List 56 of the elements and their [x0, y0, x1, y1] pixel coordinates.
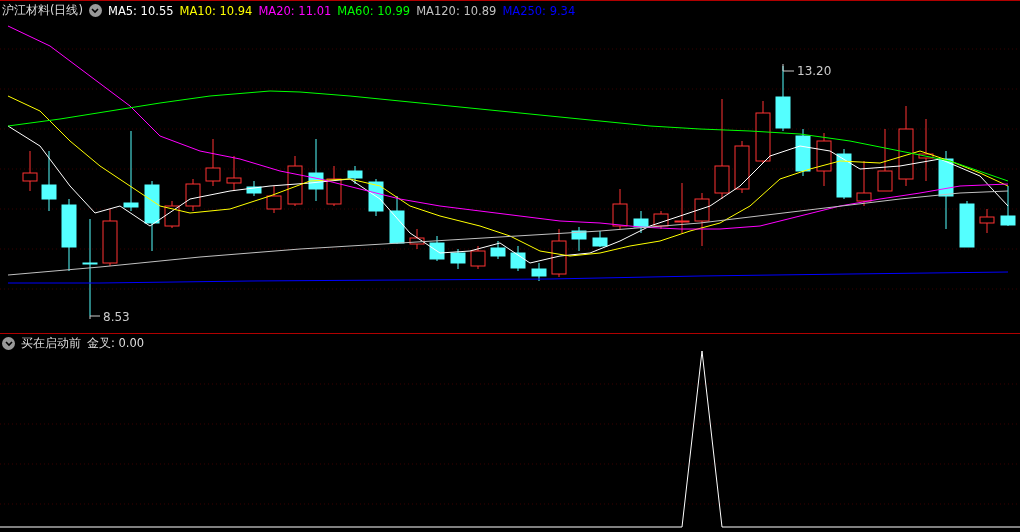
- candlestick: [856, 160, 872, 207]
- candlestick: [836, 148, 852, 200]
- candlestick: [592, 230, 608, 248]
- indicator-title: 买在启动前: [21, 336, 81, 351]
- candlestick: [531, 262, 547, 282]
- moving-average-legend: MA10: 10.94: [179, 3, 253, 18]
- candlestick: [205, 138, 221, 187]
- low-price-label: 8.53: [103, 310, 130, 324]
- candlestick: [246, 180, 262, 197]
- candlestick: [877, 128, 893, 192]
- candlestick: [185, 178, 201, 212]
- candlestick: [734, 140, 750, 194]
- candlestick: [795, 128, 811, 177]
- candlestick: [979, 208, 995, 234]
- candlestick: [551, 228, 567, 278]
- candlestick: [633, 210, 649, 234]
- candlestick: [470, 245, 486, 270]
- candlestick: [653, 210, 669, 230]
- candlestick: [22, 150, 38, 192]
- candlestick: [102, 208, 118, 267]
- candlestick: [266, 185, 282, 214]
- stock-title: 沪江材料(日线): [2, 3, 83, 18]
- candlestick: [1000, 185, 1016, 227]
- candlestick: [450, 248, 466, 270]
- candlestick: [41, 150, 57, 212]
- moving-average-legend: MA250: 9.34: [502, 3, 576, 18]
- candlestick: [326, 165, 342, 207]
- candlestick: [612, 188, 628, 230]
- candlestick: [490, 240, 506, 260]
- candlestick: [674, 182, 690, 234]
- candlestick: [287, 155, 303, 207]
- candlestick: [918, 118, 934, 182]
- candlestick: [226, 155, 242, 192]
- candlestick: [755, 100, 771, 164]
- candlestick: [429, 235, 445, 262]
- moving-average-legend: MA60: 10.99: [337, 3, 411, 18]
- moving-average-legend: MA120: 10.89: [416, 3, 497, 18]
- candlestick: [144, 180, 160, 252]
- dropdown-icon[interactable]: [89, 4, 102, 17]
- moving-average-legend: MA5: 10.55: [108, 3, 174, 18]
- dropdown-icon[interactable]: [2, 337, 15, 350]
- candlestick: [308, 138, 324, 202]
- candlestick: [959, 200, 975, 248]
- high-price-label: 13.20: [797, 64, 832, 78]
- candlestick: [389, 195, 405, 245]
- candlestick: [164, 200, 180, 229]
- low-leader-line: [89, 315, 101, 320]
- candlestick: [347, 165, 363, 185]
- candlestick: [816, 132, 832, 187]
- candlestick: [510, 245, 526, 272]
- indicator-reading: 金叉: 0.00: [87, 336, 145, 351]
- high-leader-line: [782, 63, 795, 72]
- candlestick: [409, 228, 425, 250]
- candlestick: [571, 226, 587, 252]
- moving-average-legend: MA20: 11.01: [258, 3, 332, 18]
- candlestick: [694, 192, 710, 247]
